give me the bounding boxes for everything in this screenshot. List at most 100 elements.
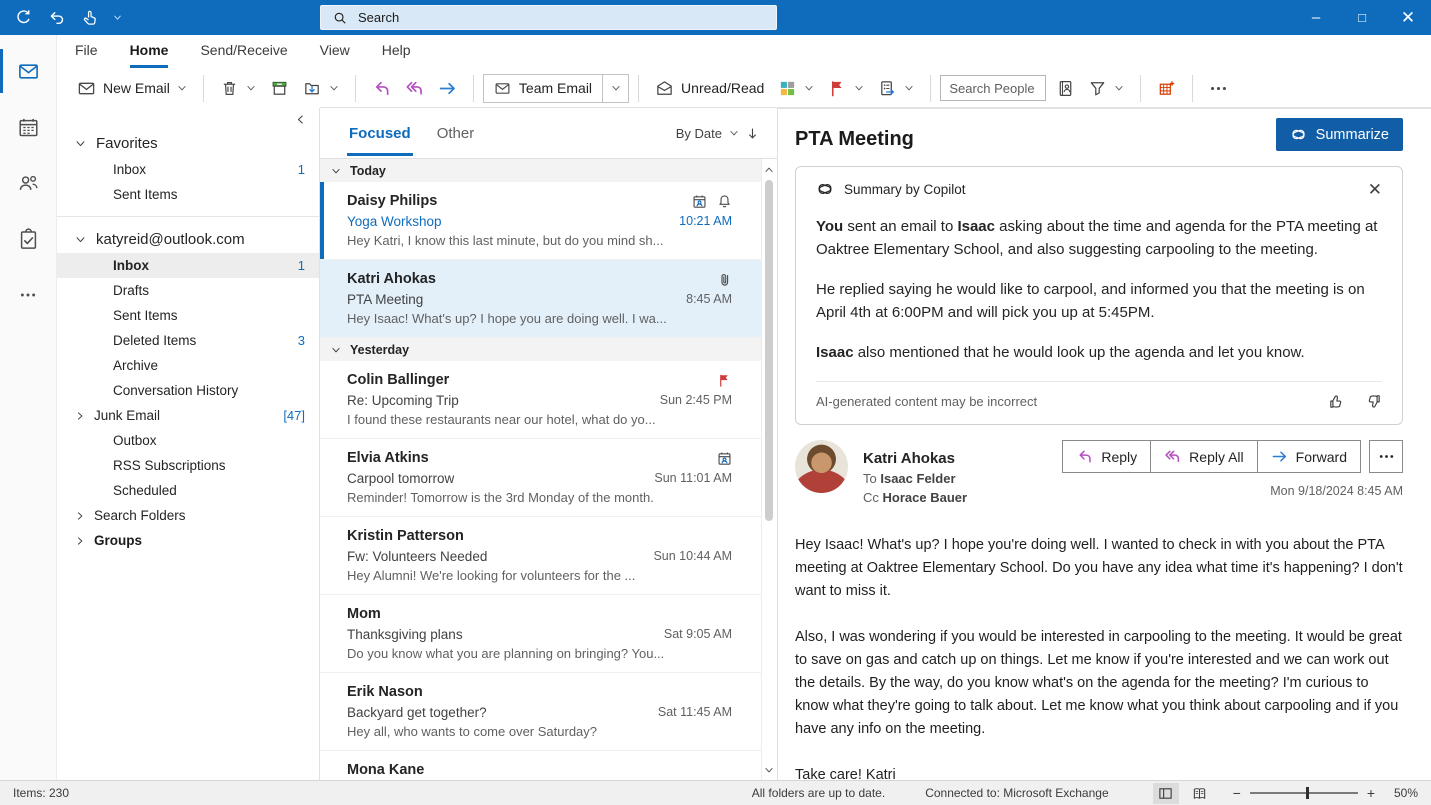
folder-item[interactable]: Outbox bbox=[57, 428, 319, 453]
zoom-in-button[interactable]: + bbox=[1367, 785, 1375, 801]
folder-label: Sent Items bbox=[113, 187, 178, 202]
team-email-dropdown[interactable] bbox=[602, 74, 628, 102]
rail-calendar-button[interactable] bbox=[0, 103, 56, 151]
folder-item[interactable]: Groups bbox=[57, 528, 319, 553]
reply-all-button[interactable] bbox=[398, 73, 431, 103]
rail-people-button[interactable] bbox=[0, 159, 56, 207]
categorize-button[interactable] bbox=[771, 73, 821, 103]
close-button[interactable]: ✕ bbox=[1385, 0, 1431, 35]
email-to-recipient[interactable]: Isaac Felder bbox=[880, 471, 955, 486]
move-to-folder-icon bbox=[305, 82, 319, 94]
new-email-button[interactable]: New Email bbox=[70, 73, 194, 103]
inbox-view-tab[interactable]: Other bbox=[435, 111, 477, 156]
search-input[interactable] bbox=[356, 9, 740, 26]
scroll-down-icon[interactable] bbox=[764, 765, 774, 775]
folder-item[interactable]: Search Folders bbox=[57, 503, 319, 528]
collapse-folder-pane-button[interactable] bbox=[291, 110, 309, 128]
group-label: Today bbox=[350, 163, 386, 178]
message-subject: Re: Upcoming Trip bbox=[347, 393, 459, 408]
zoom-slider[interactable] bbox=[1249, 787, 1358, 799]
minimize-button[interactable]: – bbox=[1293, 0, 1339, 35]
list-item[interactable]: Erik Nason Backyard get together? Sat 11… bbox=[320, 673, 762, 751]
reply-button[interactable]: Reply bbox=[1062, 440, 1152, 473]
list-item[interactable]: Mom Thanksgiving plans Sat 9:05 AM Do yo… bbox=[320, 595, 762, 673]
email-cc-recipient[interactable]: Horace Bauer bbox=[883, 490, 968, 505]
thumbs-down-icon[interactable] bbox=[1365, 393, 1382, 410]
folder-item[interactable]: Inbox 1 bbox=[57, 157, 319, 182]
folder-label: Inbox bbox=[113, 162, 147, 177]
forward-button[interactable] bbox=[431, 73, 464, 103]
undo-icon[interactable] bbox=[47, 8, 66, 27]
send-receive-icon[interactable] bbox=[14, 8, 33, 27]
sort-direction-icon[interactable] bbox=[746, 127, 759, 140]
folder-item[interactable]: Sent Items bbox=[57, 182, 319, 207]
scrollbar-thumb[interactable] bbox=[765, 180, 773, 521]
unread-read-button[interactable]: Unread/Read bbox=[648, 73, 771, 103]
move-button[interactable] bbox=[296, 73, 346, 103]
folder-item[interactable]: RSS Subscriptions bbox=[57, 453, 319, 478]
search-box[interactable] bbox=[320, 5, 777, 30]
avatar[interactable] bbox=[795, 440, 848, 493]
folder-item[interactable]: Drafts bbox=[57, 278, 319, 303]
more-commands-button[interactable] bbox=[1202, 73, 1235, 103]
quick-steps-team-email[interactable]: Team Email bbox=[482, 73, 630, 103]
list-item[interactable]: Elvia Atkins Carpool tomorrow Sun 11:01 … bbox=[320, 439, 762, 517]
normal-view-button[interactable] bbox=[1152, 782, 1179, 804]
rail-tasks-button[interactable] bbox=[0, 215, 56, 263]
message-group-header[interactable]: Yesterday bbox=[320, 338, 762, 361]
ribbon-tab[interactable]: File bbox=[75, 42, 98, 68]
reply-button[interactable] bbox=[365, 73, 398, 103]
thumbs-up-icon[interactable] bbox=[1328, 393, 1345, 410]
forward-button[interactable]: Forward bbox=[1256, 440, 1361, 473]
message-time: Sun 2:45 PM bbox=[659, 393, 732, 407]
inbox-view-tab[interactable]: Focused bbox=[347, 111, 413, 156]
folder-section: Favorites Inbox 1 Sent Items bbox=[57, 130, 319, 207]
search-people-input[interactable] bbox=[940, 75, 1047, 101]
rules-button[interactable] bbox=[871, 73, 921, 103]
ribbon-tab[interactable]: Home bbox=[129, 42, 169, 68]
list-item[interactable]: Colin Ballinger Re: Upcoming Trip Sun 2:… bbox=[320, 361, 762, 439]
summarize-button[interactable]: Summarize bbox=[1275, 118, 1403, 151]
ribbon-tab[interactable]: View bbox=[320, 42, 350, 68]
folder-item[interactable]: Archive bbox=[57, 353, 319, 378]
maximize-button[interactable]: □ bbox=[1339, 0, 1385, 35]
filter-email-button[interactable] bbox=[1081, 73, 1131, 103]
close-icon[interactable]: ✕ bbox=[1368, 181, 1382, 198]
more-actions-button[interactable] bbox=[1369, 440, 1403, 473]
sort-by-button[interactable]: By Date bbox=[676, 126, 759, 141]
rail-more-button[interactable] bbox=[0, 271, 56, 319]
folder-item[interactable]: Deleted Items 3 bbox=[57, 328, 319, 353]
zoom-out-button[interactable]: − bbox=[1233, 785, 1241, 801]
address-book-button[interactable] bbox=[1046, 73, 1081, 103]
list-item[interactable]: Kristin Patterson Fw: Volunteers Needed … bbox=[320, 517, 762, 595]
folder-item[interactable]: Conversation History bbox=[57, 378, 319, 403]
touch-mode-icon[interactable] bbox=[80, 8, 99, 27]
archive-button[interactable] bbox=[263, 73, 296, 103]
folder-item[interactable]: Sent Items bbox=[57, 303, 319, 328]
touch-mode-dropdown-icon[interactable] bbox=[113, 13, 122, 22]
list-item[interactable]: Katri Ahokas PTA Meeting 8:45 AM Hey Isa… bbox=[320, 260, 762, 338]
email-header: Katri Ahokas To Isaac Felder Cc Horace B… bbox=[795, 440, 1403, 507]
zoom-level: 50% bbox=[1393, 786, 1418, 800]
list-item[interactable]: Daisy Philips Yoga Workshop 10:21 AM Hey… bbox=[320, 182, 762, 260]
ribbon-tab[interactable]: Send/Receive bbox=[200, 42, 287, 68]
folder-item[interactable]: Junk Email [47] bbox=[57, 403, 319, 428]
folder-item[interactable]: Inbox 1 bbox=[57, 253, 319, 278]
zoom-slider-thumb[interactable] bbox=[1305, 787, 1309, 799]
send-to-onenote-button[interactable] bbox=[1150, 73, 1183, 103]
reply-all-button[interactable]: Reply All bbox=[1150, 440, 1258, 473]
list-item[interactable]: Mona Kane RE: Parking spot opening soon … bbox=[320, 751, 762, 780]
reading-view-button[interactable] bbox=[1187, 783, 1213, 804]
ribbon-tab[interactable]: Help bbox=[382, 42, 411, 68]
scroll-up-icon[interactable] bbox=[764, 165, 774, 175]
folder-section-header[interactable]: katyreid@outlook.com bbox=[57, 226, 319, 253]
folder-section-header[interactable]: Favorites bbox=[57, 130, 319, 157]
email-sender-name[interactable]: Katri Ahokas bbox=[863, 449, 967, 469]
message-group-header[interactable]: Today bbox=[320, 159, 762, 182]
message-list-scrollbar[interactable] bbox=[761, 160, 777, 780]
folder-item[interactable]: Scheduled bbox=[57, 478, 319, 503]
delete-button[interactable] bbox=[213, 73, 263, 103]
follow-up-button[interactable] bbox=[821, 73, 871, 103]
folder-pane: Favorites Inbox 1 Sent Items katyreid@ou… bbox=[57, 108, 320, 780]
rail-mail-button[interactable] bbox=[0, 47, 56, 95]
